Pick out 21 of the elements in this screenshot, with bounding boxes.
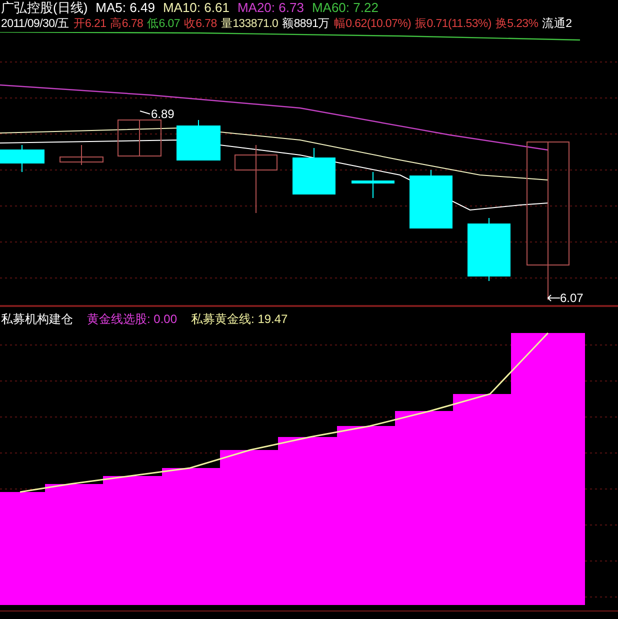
legend-label: MA20: 6.73 xyxy=(237,0,304,16)
legend-label: 低6.07 xyxy=(147,17,180,32)
legend-label: 量133871.0 xyxy=(220,17,278,32)
legend-label: 私募黄金线: 19.47 xyxy=(191,311,288,327)
legend-label: 私募机构建仓 xyxy=(1,311,73,327)
legend-label: MA5: 6.49 xyxy=(96,0,155,16)
legend-label: 换5.23% xyxy=(495,16,538,32)
price-label: 6.07 xyxy=(560,291,584,305)
legend-label: 收6.78 xyxy=(184,17,217,32)
legend-label: MA60: 7.22 xyxy=(312,0,378,16)
legend-label: 广弘控股(日线) xyxy=(1,0,88,16)
legend-label: 黄金线选股: 0.00 xyxy=(87,311,178,327)
legend-label: 振0.71(11.53%) xyxy=(415,16,492,32)
legend-label: 高6.78 xyxy=(110,16,144,32)
legend-label: MA10: 6.61 xyxy=(162,0,230,16)
legend-label: 流通2 xyxy=(542,16,572,32)
legend-label: 2011/09/30/五 xyxy=(1,17,70,32)
legend-label: 额8891万 xyxy=(282,16,330,32)
legend-label: 开6.21 xyxy=(73,17,106,32)
price-label: 6.89 xyxy=(151,107,174,121)
legend-label: 幅0.62(10.07%) xyxy=(334,16,412,32)
